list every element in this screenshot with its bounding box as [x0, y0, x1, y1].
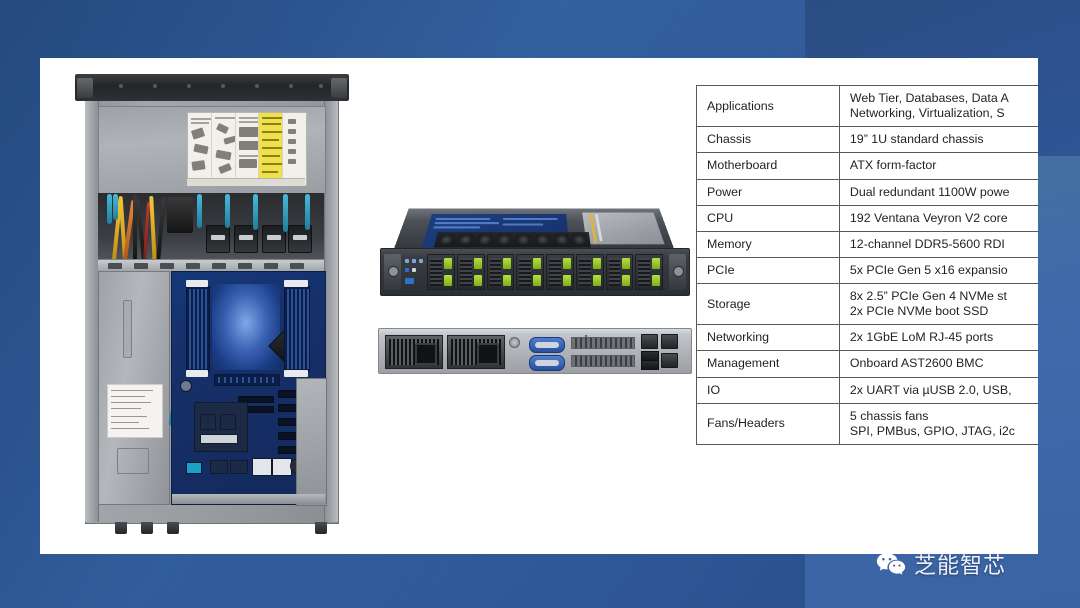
channel-watermark: 芝能智芯: [876, 548, 1006, 580]
front-view-fan-wall: [433, 232, 592, 248]
spec-value-line2: 2x PCIe NVMe boot SSD: [849, 304, 989, 319]
front-control-panel: [405, 257, 423, 287]
rj45-lan-port-2: [661, 334, 678, 349]
table-row: PCIe 5x PCIe Gen 5 x16 expansio: [696, 256, 1038, 285]
spec-key: Storage: [696, 282, 840, 326]
spec-value: 5 chassis fans SPI, PMBus, GPIO, JTAG, i…: [838, 402, 1038, 445]
spec-value: 192 Ventana Veyron V2 core: [838, 204, 1038, 232]
cpu-socket-area: [212, 284, 308, 370]
table-row: CPU 192 Ventana Veyron V2 core: [696, 204, 1038, 232]
spec-key: Memory: [696, 230, 840, 258]
spec-value: ATX form-factor: [838, 152, 1038, 180]
spec-key: Motherboard: [696, 152, 840, 180]
motherboard: [171, 271, 327, 506]
table-row: Applications Web Tier, Databases, Data A…: [696, 84, 1038, 128]
spec-key: Networking: [696, 324, 840, 352]
spec-value: Onboard AST2600 BMC: [838, 350, 1038, 378]
vga-port-bottom: [529, 355, 565, 371]
psu-label: [107, 384, 163, 438]
spec-key: Chassis: [696, 126, 840, 154]
spec-key: CPU: [696, 204, 840, 232]
drive-bay: [456, 254, 485, 290]
spec-value: 2x UART via µUSB 2.0, USB,: [838, 376, 1038, 404]
pcie-riser-bracket: [296, 378, 327, 506]
rack-ear-right: [331, 78, 347, 98]
rear-io-shield: [172, 494, 325, 504]
expansion-slot-top: [571, 337, 635, 349]
vga-port-top: [529, 337, 565, 353]
table-row: Memory 12-channel DDR5-5600 RDI: [696, 230, 1038, 258]
server-rear-view-photo: [378, 328, 692, 376]
specification-table: Applications Web Tier, Databases, Data A…: [696, 84, 1038, 445]
spec-value-line1: Web Tier, Databases, Data A: [849, 91, 1009, 105]
front-rack-ear-right: [669, 254, 686, 290]
sticker-footer-text: [187, 178, 305, 186]
table-row: Power Dual redundant 1100W powe: [696, 178, 1038, 206]
spec-value-line2: Networking, Virtualization, S: [849, 106, 1005, 121]
watermark-text: 芝能智芯: [914, 554, 1007, 579]
spec-value: 12-channel DDR5-5600 RDI: [838, 230, 1038, 258]
wechat-icon: [876, 552, 906, 576]
chassis-front-bar: [75, 74, 349, 101]
table-row: Motherboard ATX form-factor: [696, 152, 1038, 180]
rear-panel: [378, 328, 692, 374]
spec-key: Management: [696, 350, 840, 378]
spec-value: Dual redundant 1100W powe: [838, 178, 1038, 206]
rack-ear-left: [77, 78, 93, 98]
table-row: Management Onboard AST2600 BMC: [696, 350, 1038, 378]
spec-value-line2: SPI, PMBus, GPIO, JTAG, i2c: [849, 423, 1015, 438]
table-row: Networking 2x 1GbE LoM RJ-45 ports: [696, 324, 1038, 352]
drive-bay: [635, 254, 663, 290]
spec-key: Applications: [696, 84, 840, 128]
slide-screenshot: Applications Web Tier, Databases, Data A…: [0, 0, 1080, 608]
server-open-top-view-photo: [67, 66, 355, 534]
spec-key: Power: [696, 178, 840, 206]
rj45-lan-port-1: [641, 334, 658, 349]
spec-value-line1: 8x 2.5” PCIe Gen 4 NVMe st: [849, 289, 1007, 303]
spec-key: Fans/Headers: [696, 402, 840, 445]
table-row: Storage 8x 2.5” PCIe Gen 4 NVMe st 2x PC…: [696, 282, 1038, 326]
specification-table-body: Applications Web Tier, Databases, Data A…: [696, 84, 1038, 445]
power-supply-unit: [98, 271, 170, 505]
drive-bay: [546, 254, 574, 290]
drive-bay: [427, 254, 455, 290]
spec-value: Web Tier, Databases, Data A Networking, …: [838, 84, 1038, 128]
usb-port-2: [641, 360, 659, 370]
service-instruction-sticker: [187, 112, 307, 186]
front-rack-ear-left: [384, 254, 401, 290]
chassis-rail-left: [85, 74, 99, 522]
table-row: Chassis 19” 1U standard chassis: [696, 126, 1038, 154]
spec-key: PCIe: [696, 256, 840, 285]
drive-bay: [605, 254, 634, 290]
spec-key: IO: [696, 376, 840, 404]
slide-canvas: Applications Web Tier, Databases, Data A…: [40, 58, 1038, 554]
spec-value: 5x PCIe Gen 5 x16 expansio: [838, 256, 1038, 285]
expansion-slot-bottom: [571, 355, 635, 367]
drive-bay: [516, 254, 544, 290]
drive-bay: [486, 254, 515, 290]
table-row: Fans/Headers 5 chassis fans SPI, PMBus, …: [696, 402, 1038, 445]
rj45-bmc-port: [661, 353, 678, 368]
drive-bay-array: [427, 254, 663, 290]
table-row: IO 2x UART via µUSB 2.0, USB,: [696, 376, 1038, 404]
rear-psu-module-2: [447, 335, 505, 369]
rear-psu-module-1: [385, 335, 443, 369]
server-front-panel: [380, 248, 690, 296]
spec-value: 2x 1GbE LoM RJ-45 ports: [838, 324, 1038, 352]
spec-value-line1: 5 chassis fans: [849, 408, 929, 423]
server-front-view-photo: [378, 192, 690, 300]
drive-bay: [575, 254, 604, 290]
spec-value: 8x 2.5” PCIe Gen 4 NVMe st 2x PCIe NVMe …: [838, 282, 1038, 326]
spec-value: 19” 1U standard chassis: [838, 126, 1038, 154]
